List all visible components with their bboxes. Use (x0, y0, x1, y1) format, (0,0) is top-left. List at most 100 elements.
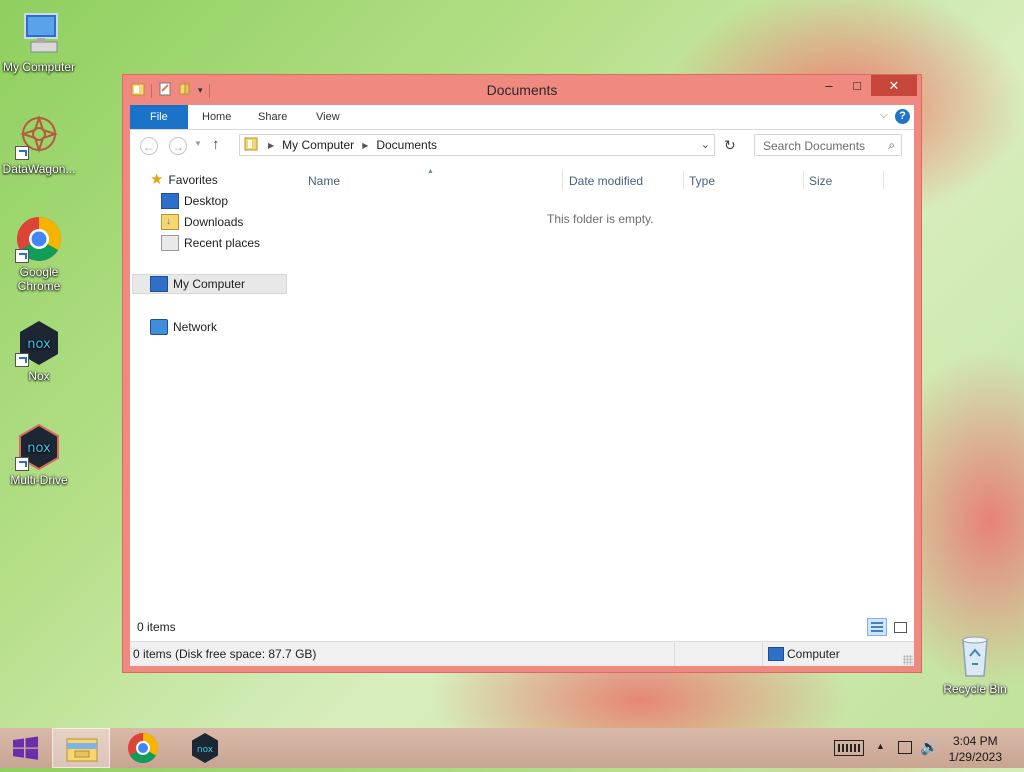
network-icon (150, 319, 168, 335)
show-hidden-icons-chevron-icon[interactable]: ▲ (876, 741, 885, 751)
nox-icon: nox (192, 733, 218, 763)
expand-ribbon-chevron-icon[interactable]: ⌵ (880, 109, 888, 122)
nav-label: Recent places (184, 236, 261, 250)
desktop-icon-my-computer[interactable]: My Computer (0, 10, 78, 74)
taskbar-nox[interactable]: nox (176, 728, 234, 768)
close-button[interactable]: ✕ (871, 75, 917, 96)
search-icon[interactable]: ⌕ (888, 138, 895, 153)
breadcrumb-my-computer[interactable]: My Computer (282, 138, 354, 152)
windows-logo-icon (13, 736, 38, 760)
desktop-icon-recycle-bin[interactable]: Recycle Bin (936, 632, 1014, 696)
column-header-type[interactable]: Type (689, 174, 715, 188)
column-divider[interactable] (803, 170, 804, 190)
desktop-icon-label: Recycle Bin (943, 682, 1007, 696)
svg-text:nox: nox (197, 745, 214, 755)
column-divider[interactable] (683, 170, 684, 190)
nav-network[interactable]: Network (150, 317, 217, 337)
nav-label: My Computer (173, 277, 246, 291)
tab-view[interactable]: View (302, 105, 354, 129)
volume-icon[interactable]: 🔊 (920, 738, 939, 756)
up-button[interactable]: ↑ (212, 136, 220, 153)
column-header-size[interactable]: Size (809, 174, 832, 188)
nav-desktop[interactable]: Desktop (161, 191, 228, 211)
empty-folder-message: This folder is empty. (547, 212, 654, 226)
desktop-icon-label: My Computer (2, 60, 76, 74)
shortcut-arrow-icon (15, 353, 29, 367)
chrome-icon (15, 215, 63, 263)
maximize-button[interactable]: □ (843, 75, 871, 96)
desktop-icon-multi-drive[interactable]: nox Multi-Drive (0, 423, 78, 487)
window-title: Documents (486, 82, 558, 98)
sort-ascending-icon: ▲ (427, 168, 434, 175)
nav-favorites[interactable]: ★ Favorites (150, 170, 218, 190)
recent-places-icon (161, 235, 179, 251)
column-divider[interactable] (883, 170, 884, 190)
file-list: ▲ Name Date modified Type Size This fold… (297, 162, 914, 636)
status-location: Computer (787, 647, 840, 661)
title-bar[interactable]: ▾ Documents – □ ✕ (123, 75, 921, 105)
breadcrumb-separator-icon: ▶ (268, 140, 275, 150)
ribbon-tabs: File Home Share View ⌵ ? (130, 105, 914, 130)
tab-home[interactable]: Home (188, 105, 245, 129)
column-header-date-modified[interactable]: Date modified (569, 174, 643, 188)
system-clock[interactable]: 3:04 PM 1/29/2023 (949, 733, 1002, 765)
help-icon[interactable]: ? (895, 109, 910, 124)
my-computer-icon (15, 10, 63, 58)
svg-text:nox: nox (27, 441, 51, 456)
back-button[interactable]: ← (140, 137, 158, 155)
address-bar[interactable]: ▶ My Computer ▶ Documents ⌄ (239, 134, 715, 156)
status-disk-space: 0 items (Disk free space: 87.7 GB) (133, 647, 317, 661)
datawagon-icon (15, 112, 63, 160)
nav-my-computer[interactable]: My Computer (132, 274, 287, 294)
nav-label: Desktop (184, 194, 229, 208)
breadcrumb-documents[interactable]: Documents (376, 138, 437, 152)
desktop-icon-google-chrome[interactable]: Google Chrome (0, 215, 78, 293)
nav-downloads[interactable]: ↓ Downloads (161, 212, 243, 232)
column-header-name[interactable]: Name (308, 174, 340, 188)
tab-share[interactable]: Share (244, 105, 301, 129)
star-icon: ★ (150, 171, 164, 188)
refresh-button[interactable]: ↻ (724, 137, 736, 154)
large-icons-view-icon (894, 622, 907, 633)
recent-locations-chevron-icon[interactable]: ▼ (194, 139, 202, 148)
nav-label: Network (173, 320, 218, 334)
folder-icon (244, 137, 260, 154)
back-arrow-icon: ← (143, 140, 155, 154)
touch-keyboard-button[interactable] (834, 740, 864, 756)
desktop-icon (161, 193, 179, 209)
network-tray-icon[interactable] (898, 741, 912, 754)
computer-icon (150, 276, 168, 292)
forward-button[interactable]: → (169, 137, 187, 155)
desktop-icon-label: Google Chrome (17, 265, 61, 293)
column-divider[interactable] (562, 170, 563, 190)
forward-arrow-icon: → (172, 140, 184, 154)
desktop-icon-datawagon[interactable]: DataWagon... (0, 112, 78, 176)
resize-grip-icon[interactable] (903, 655, 913, 665)
item-count-bar: 0 items (130, 614, 914, 640)
desktop-icon-label: Multi-Drive (10, 473, 68, 487)
refresh-icon: ↻ (724, 137, 736, 153)
minimize-button[interactable]: – (815, 75, 843, 96)
details-view-icon (871, 622, 883, 632)
start-button[interactable] (0, 728, 50, 768)
nav-recent-places[interactable]: Recent places (161, 233, 260, 253)
desktop-icon-nox[interactable]: nox Nox (0, 319, 78, 383)
computer-icon (768, 647, 784, 661)
details-view-button[interactable] (867, 618, 887, 636)
item-count: 0 items (137, 620, 176, 634)
maximize-icon: □ (853, 78, 861, 93)
address-dropdown-chevron-icon[interactable]: ⌄ (701, 138, 710, 151)
status-bar: 0 items (Disk free space: 87.7 GB) Compu… (130, 641, 914, 666)
taskbar-google-chrome[interactable] (114, 728, 172, 768)
downloads-icon: ↓ (161, 214, 179, 230)
taskbar-file-explorer[interactable] (52, 728, 110, 768)
desktop-icon-label: Nox (28, 369, 50, 383)
large-icons-view-button[interactable] (891, 618, 909, 636)
shortcut-arrow-icon (15, 146, 29, 160)
breadcrumb-separator-icon: ▶ (362, 140, 369, 150)
search-input[interactable] (761, 136, 883, 156)
search-box: ⌕ (754, 134, 902, 156)
tab-file[interactable]: File (130, 105, 188, 129)
nox-icon: nox (15, 319, 63, 367)
shortcut-arrow-icon (15, 249, 29, 263)
